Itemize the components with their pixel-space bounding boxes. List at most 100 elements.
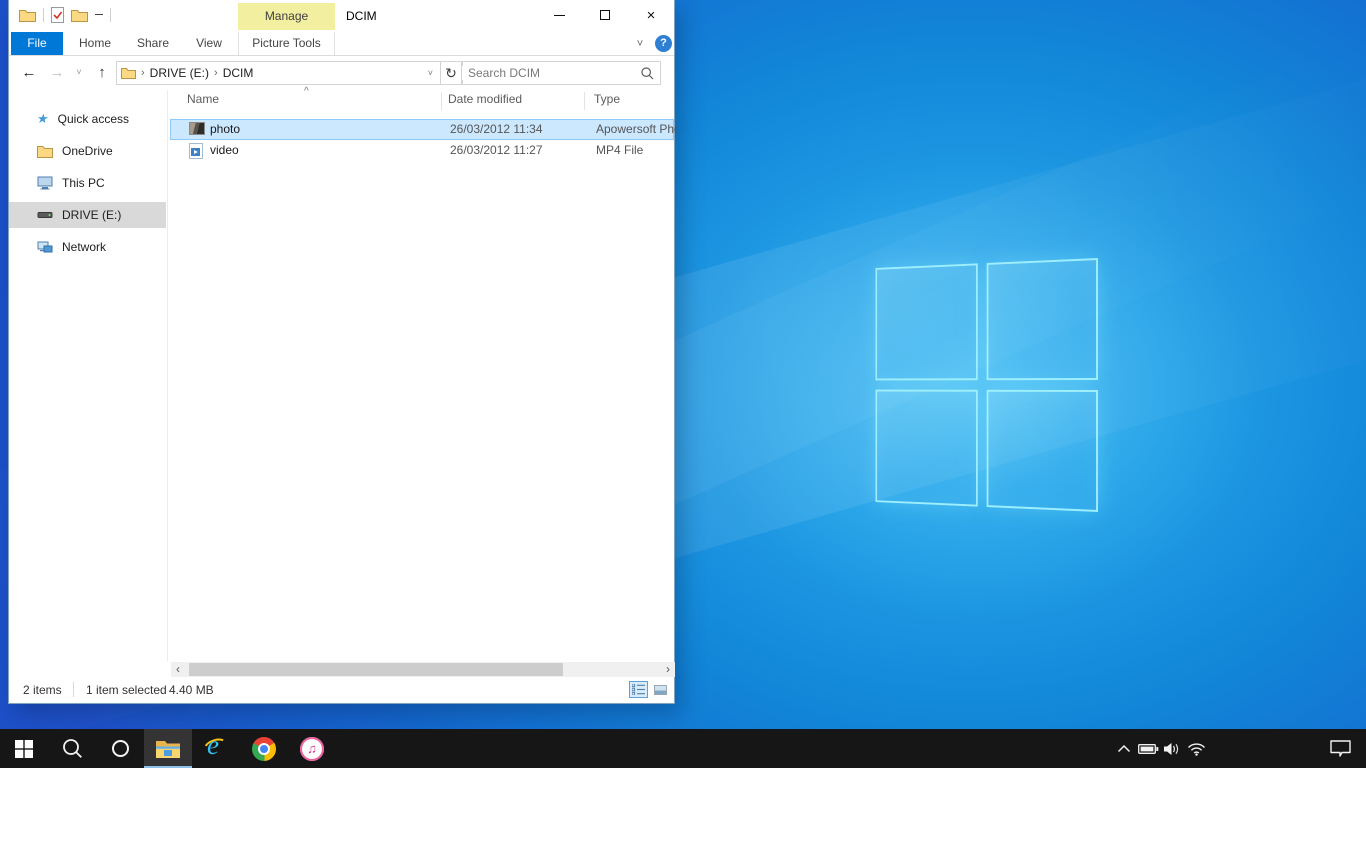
internet-explorer-icon: e: [203, 736, 229, 762]
sidebar-item-label: This PC: [62, 176, 105, 190]
new-folder-icon[interactable]: [71, 8, 88, 22]
navigation-pane: ★ Quick access OneDrive This PC DRIVE (E…: [9, 90, 167, 661]
taskbar-internet-explorer-button[interactable]: e: [192, 729, 240, 768]
window-controls: ×: [536, 0, 674, 30]
details-view-button[interactable]: [629, 681, 648, 698]
search-input[interactable]: [462, 66, 641, 80]
sidebar-item-onedrive[interactable]: OneDrive: [9, 138, 166, 164]
quick-access-icon: ★: [36, 111, 50, 127]
scrollbar-thumb[interactable]: [189, 663, 563, 676]
selection-size: 4.40 MB: [169, 683, 214, 697]
column-header-name[interactable]: Name: [187, 92, 219, 112]
file-date-modified: 26/03/2012 11:27: [450, 140, 543, 161]
address-dropdown-icon[interactable]: ˅: [425, 68, 436, 78]
taskbar-search-button[interactable]: [48, 729, 96, 768]
file-type: Apowersoft Pho: [596, 119, 678, 140]
column-header-type[interactable]: Type: [594, 92, 620, 112]
file-type: MP4 File: [596, 140, 678, 161]
network-wifi-button[interactable]: [1184, 729, 1208, 768]
sidebar-item-label: Network: [62, 240, 106, 254]
folder-icon[interactable]: [19, 8, 36, 22]
cortana-icon: [112, 740, 129, 757]
chrome-icon: [252, 737, 276, 761]
speaker-icon: [1163, 742, 1181, 756]
tab-view[interactable]: View: [183, 32, 235, 55]
tab-home[interactable]: Home: [67, 32, 123, 55]
folder-icon: [121, 67, 136, 79]
drive-icon: [37, 211, 53, 219]
file-explorer-icon: [155, 739, 181, 759]
taskbar-itunes-button[interactable]: ♫: [288, 729, 336, 768]
tab-file[interactable]: File: [11, 32, 63, 55]
taskbar-chrome-button[interactable]: [240, 729, 288, 768]
close-button[interactable]: ×: [628, 0, 674, 30]
action-center-icon: [1330, 740, 1351, 757]
sort-ascending-icon[interactable]: ^: [304, 86, 309, 97]
windows-logo-pane: [987, 390, 1098, 512]
windows-start-icon: [15, 740, 33, 758]
column-header-date-modified[interactable]: Date modified: [448, 92, 522, 112]
scrollbar-track[interactable]: [185, 662, 661, 677]
volume-button[interactable]: [1160, 729, 1184, 768]
file-row-photo[interactable]: photo 26/03/2012 11:34 Apowersoft Pho: [170, 119, 674, 140]
status-bar: 2 items 1 item selected 4.40 MB: [9, 677, 674, 703]
column-divider[interactable]: [441, 92, 442, 110]
scroll-left-icon[interactable]: ‹: [171, 662, 185, 677]
customize-qat-dropdown-icon[interactable]: [95, 14, 103, 17]
itunes-icon: ♫: [300, 737, 324, 761]
file-name: video: [210, 140, 239, 161]
taskbar-file-explorer-button[interactable]: [144, 729, 192, 768]
windows-logo-pane: [875, 263, 977, 380]
ribbon-tab-row: File Home Share View Picture Tools ˅ ?: [9, 32, 674, 56]
tab-picture-tools[interactable]: Picture Tools: [238, 32, 335, 55]
search-icon[interactable]: [641, 67, 654, 80]
ribbon-contextual-group-manage[interactable]: Manage: [238, 3, 335, 30]
file-list: Name ^ Date modified Type photo 26/03/20…: [168, 90, 674, 661]
sidebar-item-label: DRIVE (E:): [62, 208, 121, 222]
file-date-modified: 26/03/2012 11:34: [450, 119, 543, 140]
help-button[interactable]: ?: [655, 35, 672, 52]
cortana-button[interactable]: [96, 729, 144, 768]
refresh-button[interactable]: ↻: [440, 61, 463, 85]
close-icon: ×: [647, 8, 656, 23]
up-button[interactable]: ↑: [91, 57, 113, 87]
this-pc-icon: [37, 176, 53, 190]
address-bar: ← → ˅ ↑ › DRIVE (E:) › DCIM ˅ ↻: [9, 57, 674, 89]
column-divider[interactable]: [584, 92, 585, 110]
breadcrumb-dcim[interactable]: DCIM: [223, 66, 254, 80]
breadcrumb-drive-e[interactable]: DRIVE (E:): [150, 66, 209, 80]
address-breadcrumb-box[interactable]: › DRIVE (E:) › DCIM ˅: [116, 61, 441, 85]
battery-icon: [1138, 743, 1159, 755]
window-title: DCIM: [346, 9, 377, 23]
sidebar-item-quick-access[interactable]: ★ Quick access: [9, 106, 166, 132]
search-box: [461, 61, 661, 85]
file-row-video[interactable]: video 26/03/2012 11:27 MP4 File: [170, 140, 674, 161]
video-file-icon: [189, 143, 203, 164]
maximize-button[interactable]: [582, 0, 628, 30]
sidebar-item-network[interactable]: Network: [9, 234, 166, 260]
show-hidden-icons-button[interactable]: [1112, 729, 1136, 768]
minimize-button[interactable]: [536, 0, 582, 30]
forward-button[interactable]: →: [45, 57, 69, 87]
expand-ribbon-icon[interactable]: ˅: [631, 34, 649, 54]
recent-locations-dropdown-icon[interactable]: ˅: [71, 57, 87, 87]
qat-dropdown-bar: [95, 14, 103, 15]
sidebar-item-label: Quick access: [58, 112, 129, 126]
battery-status-button[interactable]: [1136, 729, 1160, 768]
windows-logo-pane: [875, 390, 977, 507]
properties-icon[interactable]: [51, 7, 64, 23]
titlebar: Manage DCIM ×: [9, 0, 674, 32]
sidebar-item-this-pc[interactable]: This PC: [9, 170, 166, 196]
horizontal-scrollbar[interactable]: ‹ ›: [171, 662, 675, 677]
scroll-right-icon[interactable]: ›: [661, 662, 675, 677]
start-button[interactable]: [0, 729, 48, 768]
back-button[interactable]: ←: [17, 57, 41, 87]
maximize-icon: [600, 10, 610, 20]
tab-share[interactable]: Share: [127, 32, 179, 55]
main-pane: ★ Quick access OneDrive This PC DRIVE (E…: [9, 90, 674, 661]
wifi-icon: [1187, 742, 1206, 756]
large-icons-view-button[interactable]: [651, 681, 670, 698]
action-center-button[interactable]: [1322, 729, 1358, 768]
sidebar-item-drive-e[interactable]: DRIVE (E:): [9, 202, 166, 228]
file-name: photo: [210, 119, 240, 140]
